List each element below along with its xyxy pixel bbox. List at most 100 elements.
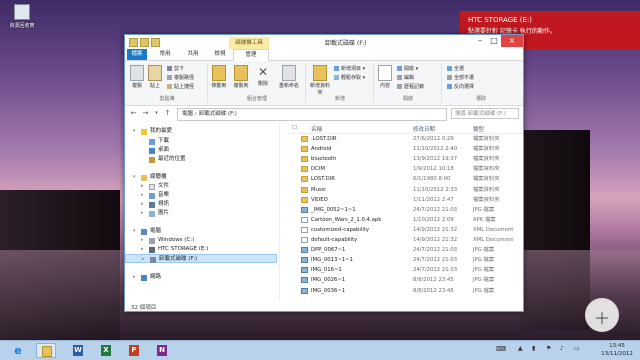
paste-shortcut-button[interactable]: 貼上捷徑	[167, 83, 194, 90]
folder-icon[interactable]	[129, 38, 138, 47]
column-date[interactable]: 修改日期	[413, 125, 435, 133]
taskbar-powerpoint[interactable]: P	[124, 343, 144, 358]
column-name[interactable]: 名稱	[311, 125, 322, 133]
show-hidden-icons-icon[interactable]: ▲	[518, 345, 523, 352]
file-row[interactable]: DCIM 1/9/2012 10:18 檔案資料夾	[287, 165, 523, 174]
file-row[interactable]: bluetooth 13/9/2012 19:37 檔案資料夾	[287, 155, 523, 164]
new-folder-button[interactable]: 新增資料夾	[309, 65, 331, 96]
sidebar-item-pictures[interactable]: ▸ 圖片	[125, 209, 277, 218]
tab-file[interactable]: 檔案	[127, 49, 147, 60]
sidebar-libraries[interactable]: ▾ 媒體櫃	[125, 173, 277, 182]
edit-button[interactable]: 編輯	[397, 74, 414, 81]
battery-icon[interactable]: ▭	[574, 345, 580, 352]
sidebar-item-videos[interactable]: ▸ 視訊	[125, 200, 277, 209]
keyboard-icon[interactable]: ⌨	[496, 345, 506, 353]
file-row[interactable]: DPP_0067~1 24/7/2012 21:03 JPG 檔案	[287, 246, 523, 255]
volume-icon[interactable]: ♪	[560, 345, 564, 352]
open-button[interactable]: 開啟 ▾	[397, 65, 418, 72]
paste-button[interactable]: 貼上	[147, 65, 163, 89]
sidebar-item-music[interactable]: ▸ 音樂	[125, 191, 277, 200]
file-row[interactable]: Cartoon_Wars_2_1.0.4.apk 1/10/2012 2:09 AP…	[287, 216, 523, 225]
select-all-checkbox[interactable]: ☐	[292, 125, 297, 131]
sidebar-item-removable-f[interactable]: ▸ 卸載式磁碟 (F:)	[125, 254, 277, 263]
magnifier-button[interactable]: ＋	[585, 298, 619, 332]
properties-icon[interactable]	[140, 38, 149, 47]
powerpoint-icon: P	[129, 345, 139, 356]
quick-access-toolbar	[129, 38, 160, 47]
select-all-button[interactable]: 全選	[447, 65, 464, 72]
cut-button[interactable]: 剪下	[167, 65, 184, 72]
up-button[interactable]: ↑	[163, 109, 172, 118]
minimize-button[interactable]: –	[473, 35, 487, 47]
word-icon: W	[73, 345, 83, 356]
copy-icon	[130, 65, 144, 81]
sidebar-item-htc-storage[interactable]: ▸ HTC STORAGE (E:)	[125, 245, 277, 254]
copy-path-button[interactable]: 複製路徑	[167, 74, 194, 81]
maximize-button[interactable]: □	[487, 35, 501, 47]
recycle-bin-desktop-icon[interactable]: 資源回收筒	[4, 4, 40, 29]
address-bar[interactable]: 電腦 › 卸載式磁碟 (F:)	[177, 108, 447, 121]
forward-button[interactable]: →	[141, 109, 150, 118]
new-folder-icon[interactable]	[151, 38, 160, 47]
sidebar-item-recent[interactable]: 最近的位置	[125, 155, 277, 164]
image-file-icon	[301, 257, 308, 264]
sidebar-item-downloads[interactable]: 下載	[125, 137, 277, 146]
action-center-icon[interactable]: ⚑	[546, 345, 551, 352]
recent-locations-button[interactable]: ▾	[152, 109, 161, 118]
taskbar-ie[interactable]: e	[8, 343, 28, 358]
file-row[interactable]: IMG_0036~1 8/8/2012 23:45 JPG 檔案	[287, 287, 523, 296]
file-type: 檔案資料夾	[473, 156, 500, 163]
file-row[interactable]: customized-capability 14/9/2012 21:32 XML …	[287, 226, 523, 235]
network-tray-icon[interactable]: ▮	[532, 345, 535, 352]
file-name: IMG_016~1	[311, 267, 342, 274]
file-row[interactable]: LOST.DIR 6/1/1980 8:00 檔案資料夾	[287, 175, 523, 184]
search-input[interactable]: 搜尋 卸載式磁碟 (F:)	[451, 108, 519, 119]
file-name: Android	[311, 146, 332, 153]
file-row[interactable]: _IMG_0052~1~1 24/7/2012 21:03 JPG 檔案	[287, 206, 523, 215]
paste-label: 貼上	[149, 83, 160, 89]
tab-view[interactable]: 檢視	[209, 49, 231, 60]
sidebar-network[interactable]: ▸ 網路	[125, 273, 277, 282]
taskbar-file-explorer[interactable]	[36, 343, 56, 358]
history-button[interactable]: 歷程記錄	[397, 83, 424, 90]
move-to-label: 移動到	[211, 83, 227, 89]
invert-selection-button[interactable]: 反向選擇	[447, 83, 474, 90]
sidebar-item-label: HTC STORAGE (E:)	[158, 246, 209, 252]
file-date: 1/11/2012 2:47	[413, 196, 454, 203]
delete-button[interactable]: ✕ 刪除	[255, 65, 271, 87]
file-row[interactable]: IMG_0013~1~1 24/7/2012 21:03 JPG 檔案	[287, 256, 523, 265]
back-button[interactable]: ←	[129, 109, 138, 118]
rename-button[interactable]: 重新命名	[277, 65, 301, 89]
easy-access-button[interactable]: 輕鬆存取 ▾	[334, 74, 365, 81]
file-type: 檔案資料夾	[473, 176, 500, 183]
file-row[interactable]: Music 11/10/2012 2:33 檔案資料夾	[287, 186, 523, 195]
folder-icon	[301, 136, 308, 142]
file-row[interactable]: default-capability 14/9/2012 21:32 XML Doc…	[287, 236, 523, 245]
file-row[interactable]: Android 11/10/2012 2:40 檔案資料夾	[287, 145, 523, 154]
taskbar-word[interactable]: W	[68, 343, 88, 358]
file-row[interactable]: VIDEO 1/11/2012 2:47 檔案資料夾	[287, 196, 523, 205]
sidebar-item-documents[interactable]: ▸ 文件	[125, 182, 277, 191]
sidebar-item-desktop[interactable]: 桌面	[125, 146, 277, 155]
clock[interactable]: 13:45 13/11/2012	[596, 342, 638, 358]
column-type[interactable]: 類型	[473, 125, 484, 133]
move-to-button[interactable]: 移動到	[211, 65, 227, 89]
close-button[interactable]: ×	[501, 35, 523, 47]
sidebar-computer[interactable]: ▾ 電腦	[125, 227, 277, 236]
file-row[interactable]: .LOST.DIR 27/6/2012 0:29 檔案資料夾	[287, 135, 523, 144]
copy-button[interactable]: 複製	[129, 65, 145, 89]
tab-manage[interactable]: 管理	[233, 49, 269, 61]
properties-button[interactable]: 內容	[377, 65, 393, 89]
taskbar-onenote[interactable]: N	[152, 343, 172, 358]
sidebar-favorites[interactable]: ▾ 我的最愛	[125, 127, 277, 136]
file-row[interactable]: IMG_016~1 24/7/2012 21:03 JPG 檔案	[287, 266, 523, 275]
tab-share[interactable]: 共用	[181, 49, 205, 60]
sidebar-item-windows-c[interactable]: ▸ Windows (C:)	[125, 236, 277, 245]
file-row[interactable]: IMG_0026~1 8/8/2012 23:45 JPG 檔案	[287, 276, 523, 285]
tab-home[interactable]: 常用	[153, 49, 177, 60]
item-count: 32 個項目	[131, 305, 157, 311]
select-none-button[interactable]: 全部不選	[447, 74, 474, 81]
new-item-button[interactable]: 新增項目 ▾	[334, 65, 365, 72]
copy-to-button[interactable]: 複製到	[233, 65, 249, 89]
taskbar-excel[interactable]: X	[96, 343, 116, 358]
